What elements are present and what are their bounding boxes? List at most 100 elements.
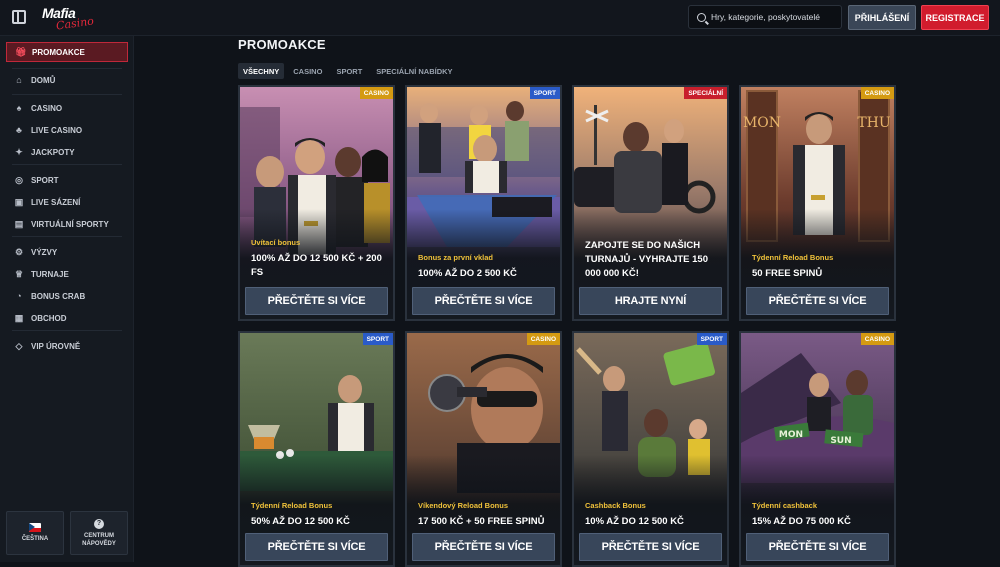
czech-flag-icon xyxy=(29,523,41,532)
language-button[interactable]: ČEŠTINA xyxy=(6,511,64,555)
read-more-button[interactable]: PŘEČTĚTE SI VÍCE xyxy=(412,287,555,315)
promo-card[interactable]: SPORT Týdenní Reload Bonus 50% AŽ DO 12 … xyxy=(238,331,395,567)
sidebar-item-label: VIRTUÁLNÍ SPORTY xyxy=(31,219,109,229)
login-button[interactable]: PŘIHLÁŠENÍ xyxy=(848,5,916,30)
tab-casino[interactable]: CASINO xyxy=(288,63,327,79)
register-button[interactable]: REGISTRACE xyxy=(921,5,989,30)
sidebar-divider xyxy=(12,236,122,237)
sidebar-item-virtualni-sporty[interactable]: ▤ VIRTUÁLNÍ SPORTY xyxy=(6,214,128,234)
sidebar-divider xyxy=(12,94,122,95)
sidebar-item-sport[interactable]: ◎ SPORT xyxy=(6,170,128,190)
live-betting-icon: ▣ xyxy=(14,197,24,207)
bonus-crab-icon: ◔ xyxy=(16,291,22,301)
challenge-icon: ⚙ xyxy=(14,247,24,257)
tab-sport[interactable]: SPORT xyxy=(331,63,367,79)
diamond-icon: ◇ xyxy=(15,341,23,351)
sidebar-item-turnaje[interactable]: ♕ TURNAJE xyxy=(6,264,128,284)
page-title: PROMOAKCE xyxy=(238,37,326,52)
card-badge: SPORT xyxy=(529,87,560,99)
sidebar-item-vyzvy[interactable]: ⚙ VÝZVY xyxy=(6,242,128,262)
sidebar-item-label: LIVE CASINO xyxy=(31,125,83,135)
promo-card[interactable]: SPORT Bonus za první vklad 100% AŽ DO 2 … xyxy=(405,85,562,321)
language-label: ČEŠTINA xyxy=(21,536,49,542)
card-subtitle: Bonus za první vklad xyxy=(418,253,494,262)
trophy-icon: ♕ xyxy=(14,269,24,279)
help-center-button[interactable]: ? CENTRUM NÁPOVĚDY xyxy=(70,511,128,555)
sidebar-item-promoakce[interactable]: 🎁︎ PROMOAKCE xyxy=(6,42,128,62)
sidebar-item-domu[interactable]: ⌂ DOMŮ xyxy=(6,70,128,90)
sidebar-item-jackpoty[interactable]: ✦ JACKPOTY xyxy=(6,142,128,162)
home-icon: ⌂ xyxy=(16,75,22,85)
read-more-button[interactable]: PŘEČTĚTE SI VÍCE xyxy=(245,287,388,315)
sidebar-item-label: PROMOAKCE xyxy=(32,47,85,57)
read-more-button[interactable]: PŘEČTĚTE SI VÍCE xyxy=(746,533,889,561)
sidebar-item-label: OBCHOD xyxy=(31,313,67,323)
money-sign-mon-text: MON xyxy=(779,430,803,440)
help-label: CENTRUM NÁPOVĚDY xyxy=(82,532,116,547)
read-more-button[interactable]: PŘEČTĚTE SI VÍCE xyxy=(746,287,889,315)
card-badge: SPORT xyxy=(362,333,393,345)
card-subtitle: Týdenní Reload Bonus xyxy=(752,253,834,262)
sidebar-item-live-sazeni[interactable]: ▣ LIVE SÁZENÍ xyxy=(6,192,128,212)
card-subtitle: Uvítací bonus xyxy=(251,238,301,247)
sidebar-item-obchod[interactable]: ▦ OBCHOD xyxy=(6,308,128,328)
promo-card[interactable]: SPECIÁLNÍ ZAPOJTE SE DO NAŠICH TURNAJŮ -… xyxy=(572,85,729,321)
card-title: 10% AŽ DO 12 500 KČ xyxy=(585,516,684,527)
promo-tabs: VŠECHNY CASINO SPORT SPECIÁLNÍ NABÍDKY xyxy=(238,63,458,79)
spade-icon: ♠ xyxy=(16,103,22,113)
sidebar-item-label: CASINO xyxy=(31,103,63,113)
sidebar: 🎁︎ PROMOAKCE ⌂ DOMŮ ♠ CASINO ♣ LIVE CASI… xyxy=(0,36,134,562)
card-title: 50% AŽ DO 12 500 KČ xyxy=(251,516,350,527)
sidebar-item-label: VIP ÚROVNĚ xyxy=(31,341,81,351)
sidebar-item-label: TURNAJE xyxy=(31,269,69,279)
promo-card[interactable]: SPORT Cashback Bonus 10% AŽ DO 12 500 KČ… xyxy=(572,331,729,567)
money-sign-sun-text: SUN xyxy=(830,436,851,446)
help-icon: ? xyxy=(94,518,104,529)
promo-card[interactable]: CASINO Víkendový Reload Bonus 17 500 KČ … xyxy=(405,331,562,567)
sidebar-toggle-icon[interactable] xyxy=(12,10,26,24)
jackpot-icon: ✦ xyxy=(15,147,23,157)
sidebar-item-bonus-crab[interactable]: ◔ BONUS CRAB xyxy=(6,286,128,306)
card-badge: SPECIÁLNÍ xyxy=(684,87,727,99)
door-sign-thu-text: THU xyxy=(857,115,891,131)
sidebar-item-label: VÝZVY xyxy=(31,247,58,257)
read-more-button[interactable]: PŘEČTĚTE SI VÍCE xyxy=(245,533,388,561)
read-more-button[interactable]: PŘEČTĚTE SI VÍCE xyxy=(579,533,722,561)
search-box[interactable] xyxy=(688,5,842,29)
search-icon xyxy=(697,12,706,22)
sidebar-item-label: LIVE SÁZENÍ xyxy=(31,197,81,207)
door-sign-mon-text: MON xyxy=(743,115,781,131)
sidebar-divider xyxy=(12,68,122,69)
sidebar-item-label: BONUS CRAB xyxy=(31,291,86,301)
site-logo[interactable]: Mafia Casino xyxy=(42,5,100,33)
top-bar: Mafia Casino PŘIHLÁŠENÍ REGISTRACE xyxy=(0,0,1000,36)
sidebar-item-vip-urovne[interactable]: ◇ VIP ÚROVNĚ xyxy=(6,336,128,356)
search-input[interactable] xyxy=(711,12,839,22)
card-title: 15% AŽ DO 75 000 KČ xyxy=(752,516,851,527)
card-title: ZAPOJTE SE DO NAŠICH TURNAJŮ - VYHRAJTE … xyxy=(585,240,708,279)
card-badge: CASINO xyxy=(526,333,560,345)
card-subtitle: Týdenní Reload Bonus xyxy=(251,501,333,510)
card-subtitle: Cashback Bonus xyxy=(585,501,646,510)
gift-icon: 🎁︎ xyxy=(15,47,27,57)
card-title: 50 FREE SPINŮ xyxy=(752,268,823,279)
promo-card[interactable]: MON THU CASINO Týdenní Reload Bonus 50 F… xyxy=(739,85,896,321)
read-more-button[interactable]: PŘEČTĚTE SI VÍCE xyxy=(412,533,555,561)
card-badge: CASINO xyxy=(860,87,894,99)
live-cards-icon: ♣ xyxy=(16,125,22,135)
card-title: 100% AŽ DO 12 500 KČ + 200 FS xyxy=(251,253,382,278)
sidebar-divider xyxy=(12,330,122,331)
sidebar-item-label: DOMŮ xyxy=(31,75,56,85)
play-now-button[interactable]: HRAJTE NYNÍ xyxy=(579,287,722,315)
tab-vsechny[interactable]: VŠECHNY xyxy=(238,63,285,79)
shop-icon: ▦ xyxy=(14,313,24,323)
promo-card[interactable]: CASINO Uvítací bonus 100% AŽ DO 12 500 K… xyxy=(238,85,395,321)
tab-specialni-nabidky[interactable]: SPECIÁLNÍ NABÍDKY xyxy=(371,63,457,79)
card-badge: CASINO xyxy=(860,333,894,345)
sidebar-item-label: SPORT xyxy=(31,175,59,185)
card-badge: SPORT xyxy=(696,333,727,345)
promo-card[interactable]: MON SUN CASINO Týdenní cashback 15% AŽ D… xyxy=(739,331,896,567)
soccer-ball-icon: ◎ xyxy=(15,175,23,185)
sidebar-item-live-casino[interactable]: ♣ LIVE CASINO xyxy=(6,120,128,140)
sidebar-item-casino[interactable]: ♠ CASINO xyxy=(6,98,128,118)
